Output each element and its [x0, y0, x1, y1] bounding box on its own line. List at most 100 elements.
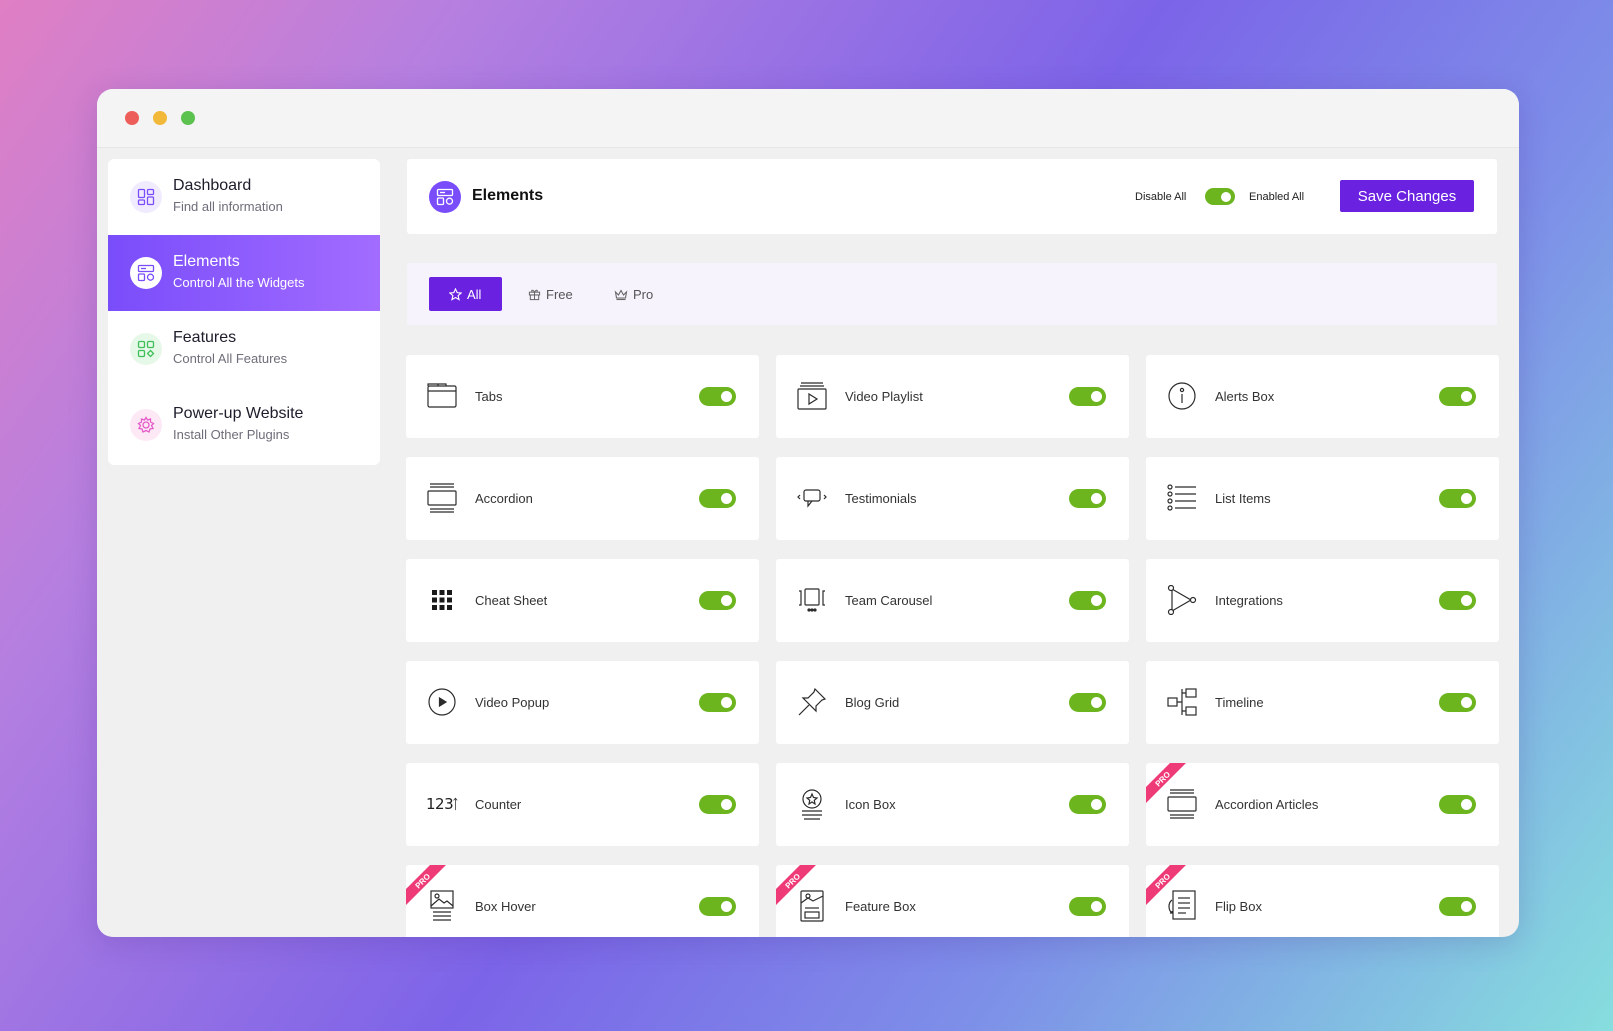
toggle-switch[interactable]: [699, 591, 736, 610]
toggle-switch[interactable]: [699, 387, 736, 406]
toggle-switch[interactable]: [1439, 693, 1476, 712]
feature-box-icon: [796, 889, 828, 923]
widget-toggle[interactable]: [699, 897, 736, 916]
toggle-switch[interactable]: [1205, 188, 1235, 205]
widget-label: Box Hover: [475, 899, 536, 914]
flip-box-icon: [1166, 889, 1198, 923]
toggle-switch[interactable]: [1439, 795, 1476, 814]
toggle-switch[interactable]: [699, 693, 736, 712]
title-bar: [97, 89, 1519, 148]
dashboard-icon: [130, 181, 162, 213]
toggle-switch[interactable]: [1069, 489, 1106, 508]
image-box-icon: [426, 889, 458, 923]
widget-card-team-carousel: Team Carousel: [776, 559, 1129, 642]
widget-toggle[interactable]: [699, 795, 736, 814]
sidebar-item-features[interactable]: Features Control All Features: [108, 311, 380, 387]
widget-label: List Items: [1215, 491, 1271, 506]
info-icon: [1166, 379, 1198, 413]
toggle-switch[interactable]: [699, 489, 736, 508]
widget-card-counter: 123 Counter: [406, 763, 759, 846]
widget-card-video-playlist: Video Playlist: [776, 355, 1129, 438]
widget-label: Timeline: [1215, 695, 1264, 710]
widget-toggle[interactable]: [699, 693, 736, 712]
elements-icon: [130, 257, 162, 289]
widget-toggle[interactable]: [1069, 897, 1106, 916]
sidebar-item-dashboard[interactable]: Dashboard Find all information: [108, 159, 380, 235]
widget-card-box-hover: PRO Box Hover: [406, 865, 759, 937]
testimonial-icon: [796, 481, 828, 515]
enabled-all-label[interactable]: Enabled All: [1249, 191, 1304, 203]
toggle-switch[interactable]: [1069, 591, 1106, 610]
carousel-icon: [796, 583, 828, 617]
sidebar-item-title: Dashboard: [173, 177, 252, 194]
disable-all-label[interactable]: Disable All: [1135, 191, 1186, 203]
widget-toggle[interactable]: [1439, 693, 1476, 712]
toggle-switch[interactable]: [1439, 387, 1476, 406]
widget-toggle[interactable]: [699, 387, 736, 406]
toggle-switch[interactable]: [1439, 897, 1476, 916]
widget-toggle[interactable]: [1439, 897, 1476, 916]
widget-label: Integrations: [1215, 593, 1283, 608]
widget-toggle[interactable]: [1069, 387, 1106, 406]
tab-label: Pro: [633, 286, 654, 302]
widget-toggle[interactable]: [1439, 489, 1476, 508]
toggle-switch[interactable]: [1069, 795, 1106, 814]
widget-label: Video Popup: [475, 695, 550, 710]
toggle-switch[interactable]: [1439, 489, 1476, 508]
gift-icon: [528, 289, 541, 300]
widget-label: Alerts Box: [1215, 389, 1275, 404]
close-window-button[interactable]: [125, 111, 139, 125]
widget-toggle[interactable]: [699, 489, 736, 508]
widget-card-blog-grid: Blog Grid: [776, 661, 1129, 744]
sidebar-item-power-up-website[interactable]: Power-up Website Install Other Plugins: [108, 387, 380, 463]
widget-toggle[interactable]: [1439, 387, 1476, 406]
integrations-icon: [1166, 583, 1198, 617]
page-title: Elements: [472, 187, 544, 204]
widget-card-video-popup: Video Popup: [406, 661, 759, 744]
enable-all-toggle[interactable]: [1205, 188, 1235, 205]
widget-card-cheat-sheet: Cheat Sheet: [406, 559, 759, 642]
sidebar: Dashboard Find all information Elements …: [108, 159, 380, 465]
maximize-window-button[interactable]: [181, 111, 195, 125]
widget-label: Video Playlist: [845, 389, 923, 404]
sidebar-item-subtitle: Control All the Widgets: [173, 275, 305, 290]
elements-icon: [429, 181, 461, 213]
tab-all[interactable]: All: [429, 277, 502, 311]
widget-toggle[interactable]: [1069, 693, 1106, 712]
accordion-icon: [426, 481, 458, 515]
widget-toggle[interactable]: [1439, 591, 1476, 610]
tab-pro[interactable]: Pro: [614, 277, 653, 311]
widget-toggle[interactable]: [699, 591, 736, 610]
toggle-switch[interactable]: [699, 897, 736, 916]
widget-label: Blog Grid: [845, 695, 900, 710]
tab-free[interactable]: Free: [528, 277, 573, 311]
save-changes-button[interactable]: Save Changes: [1340, 180, 1474, 212]
widget-label: Accordion: [475, 491, 533, 506]
widget-card-accordion: Accordion: [406, 457, 759, 540]
widget-toggle[interactable]: [1069, 795, 1106, 814]
grid-dots-icon: [426, 583, 458, 617]
pin-icon: [796, 685, 828, 719]
crown-icon: [614, 288, 628, 300]
toggle-switch[interactable]: [1069, 387, 1106, 406]
toggle-switch[interactable]: [1069, 693, 1106, 712]
widget-toggle[interactable]: [1069, 591, 1106, 610]
widget-label: Feature Box: [845, 899, 916, 914]
star-icon: [449, 287, 462, 301]
sidebar-item-elements[interactable]: Elements Control All the Widgets: [108, 235, 380, 311]
tab-label: All: [467, 286, 482, 302]
widget-toggle[interactable]: [1069, 489, 1106, 508]
toggle-switch[interactable]: [1439, 591, 1476, 610]
accordion-icon: [1166, 787, 1198, 821]
widget-toggle[interactable]: [1439, 795, 1476, 814]
minimize-window-button[interactable]: [153, 111, 167, 125]
toggle-switch[interactable]: [699, 795, 736, 814]
app-window: Dashboard Find all information Elements …: [97, 89, 1519, 937]
widget-label: Accordion Articles: [1215, 797, 1319, 812]
tab-label: Free: [546, 286, 573, 302]
toggle-switch[interactable]: [1069, 897, 1106, 916]
sidebar-item-title: Power-up Website: [173, 405, 304, 422]
sidebar-item-subtitle: Control All Features: [173, 351, 288, 366]
video-playlist-icon: [796, 379, 828, 413]
icon-box-icon: [796, 787, 828, 821]
